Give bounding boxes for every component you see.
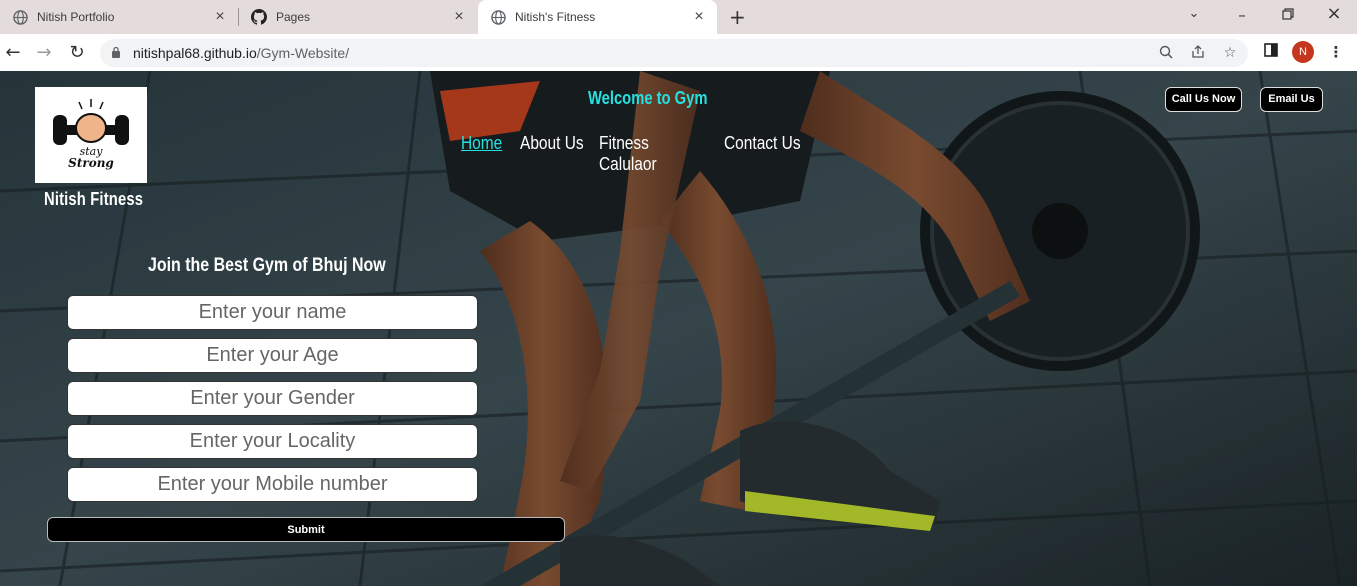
browser-tab-bar: Nitish Portfolio × Pages × Nitish's Fitn… xyxy=(0,0,1357,34)
browser-tab-1[interactable]: Nitish Portfolio × xyxy=(0,0,238,34)
close-tab-icon[interactable]: × xyxy=(212,9,228,25)
close-tab-icon[interactable]: × xyxy=(451,9,467,25)
url-path: /Gym-Website/ xyxy=(256,45,350,61)
welcome-heading: Welcome to Gym xyxy=(588,88,708,108)
tab-title: Nitish Portfolio xyxy=(37,10,115,24)
profile-avatar[interactable]: N xyxy=(1292,41,1314,63)
email-us-button[interactable]: Email Us xyxy=(1260,87,1323,112)
url-host: nitishpal68.github.io xyxy=(133,45,257,61)
github-icon xyxy=(251,9,267,25)
tab-title: Pages xyxy=(276,10,311,24)
call-us-button[interactable]: Call Us Now xyxy=(1165,87,1242,112)
nav-home-link[interactable]: Home xyxy=(461,133,512,175)
restore-icon[interactable] xyxy=(1278,6,1298,24)
site-logo[interactable]: stay Strong xyxy=(35,87,147,183)
url-text: nitishpal68.github.io/Gym-Website/ xyxy=(133,45,349,61)
zoom-icon[interactable] xyxy=(1158,45,1174,61)
locality-input[interactable] xyxy=(67,424,478,459)
side-panel-icon[interactable] xyxy=(1262,43,1280,61)
dumbbell-fist-logo-icon: stay Strong xyxy=(53,99,129,170)
logo-text-strong: Strong xyxy=(68,156,114,170)
browser-toolbar: ← → ↻ nitishpal68.github.io/Gym-Website/… xyxy=(0,34,1357,71)
close-window-icon[interactable]: × xyxy=(1324,3,1344,24)
gender-input[interactable] xyxy=(67,381,478,416)
chevron-down-icon[interactable]: ⌄ xyxy=(1184,6,1204,21)
close-tab-icon[interactable]: × xyxy=(691,9,707,25)
nav-fitness-calculator-link[interactable]: Fitness Calulaor xyxy=(599,133,707,175)
bookmark-star-icon[interactable]: ☆ xyxy=(1222,45,1238,61)
join-form-title: Join the Best Gym of Bhuj Now xyxy=(148,255,386,276)
new-tab-icon[interactable]: + xyxy=(729,7,746,27)
back-arrow-icon[interactable]: ← xyxy=(2,42,24,64)
age-input[interactable] xyxy=(67,338,478,373)
nav-contact-link[interactable]: Contact Us xyxy=(724,133,801,175)
globe-icon xyxy=(12,9,28,25)
more-menu-icon[interactable]: ⋮ xyxy=(1327,43,1345,61)
lock-icon xyxy=(112,46,120,58)
mobile-number-input[interactable] xyxy=(67,467,478,502)
gym-homepage: stay Strong Nitish Fitness Welcome to Gy… xyxy=(0,71,1357,586)
minimize-icon[interactable]: – xyxy=(1232,6,1252,24)
main-navigation: Home About Us Fitness Calulaor Contact U… xyxy=(461,133,814,175)
name-input[interactable] xyxy=(67,295,478,330)
brand-name: Nitish Fitness xyxy=(44,189,144,209)
share-icon[interactable] xyxy=(1190,45,1206,61)
forward-arrow-icon[interactable]: → xyxy=(33,42,55,64)
globe-icon xyxy=(490,9,506,25)
nav-about-link[interactable]: About Us xyxy=(520,133,588,175)
tab-title: Nitish's Fitness xyxy=(515,10,596,24)
browser-tab-2[interactable]: Pages × xyxy=(239,0,477,34)
address-bar[interactable]: nitishpal68.github.io/Gym-Website/ ☆ xyxy=(100,39,1248,67)
submit-button[interactable]: Submit xyxy=(47,517,565,542)
reload-icon[interactable]: ↻ xyxy=(66,42,88,64)
browser-tab-3-active[interactable]: Nitish's Fitness × xyxy=(478,0,717,34)
